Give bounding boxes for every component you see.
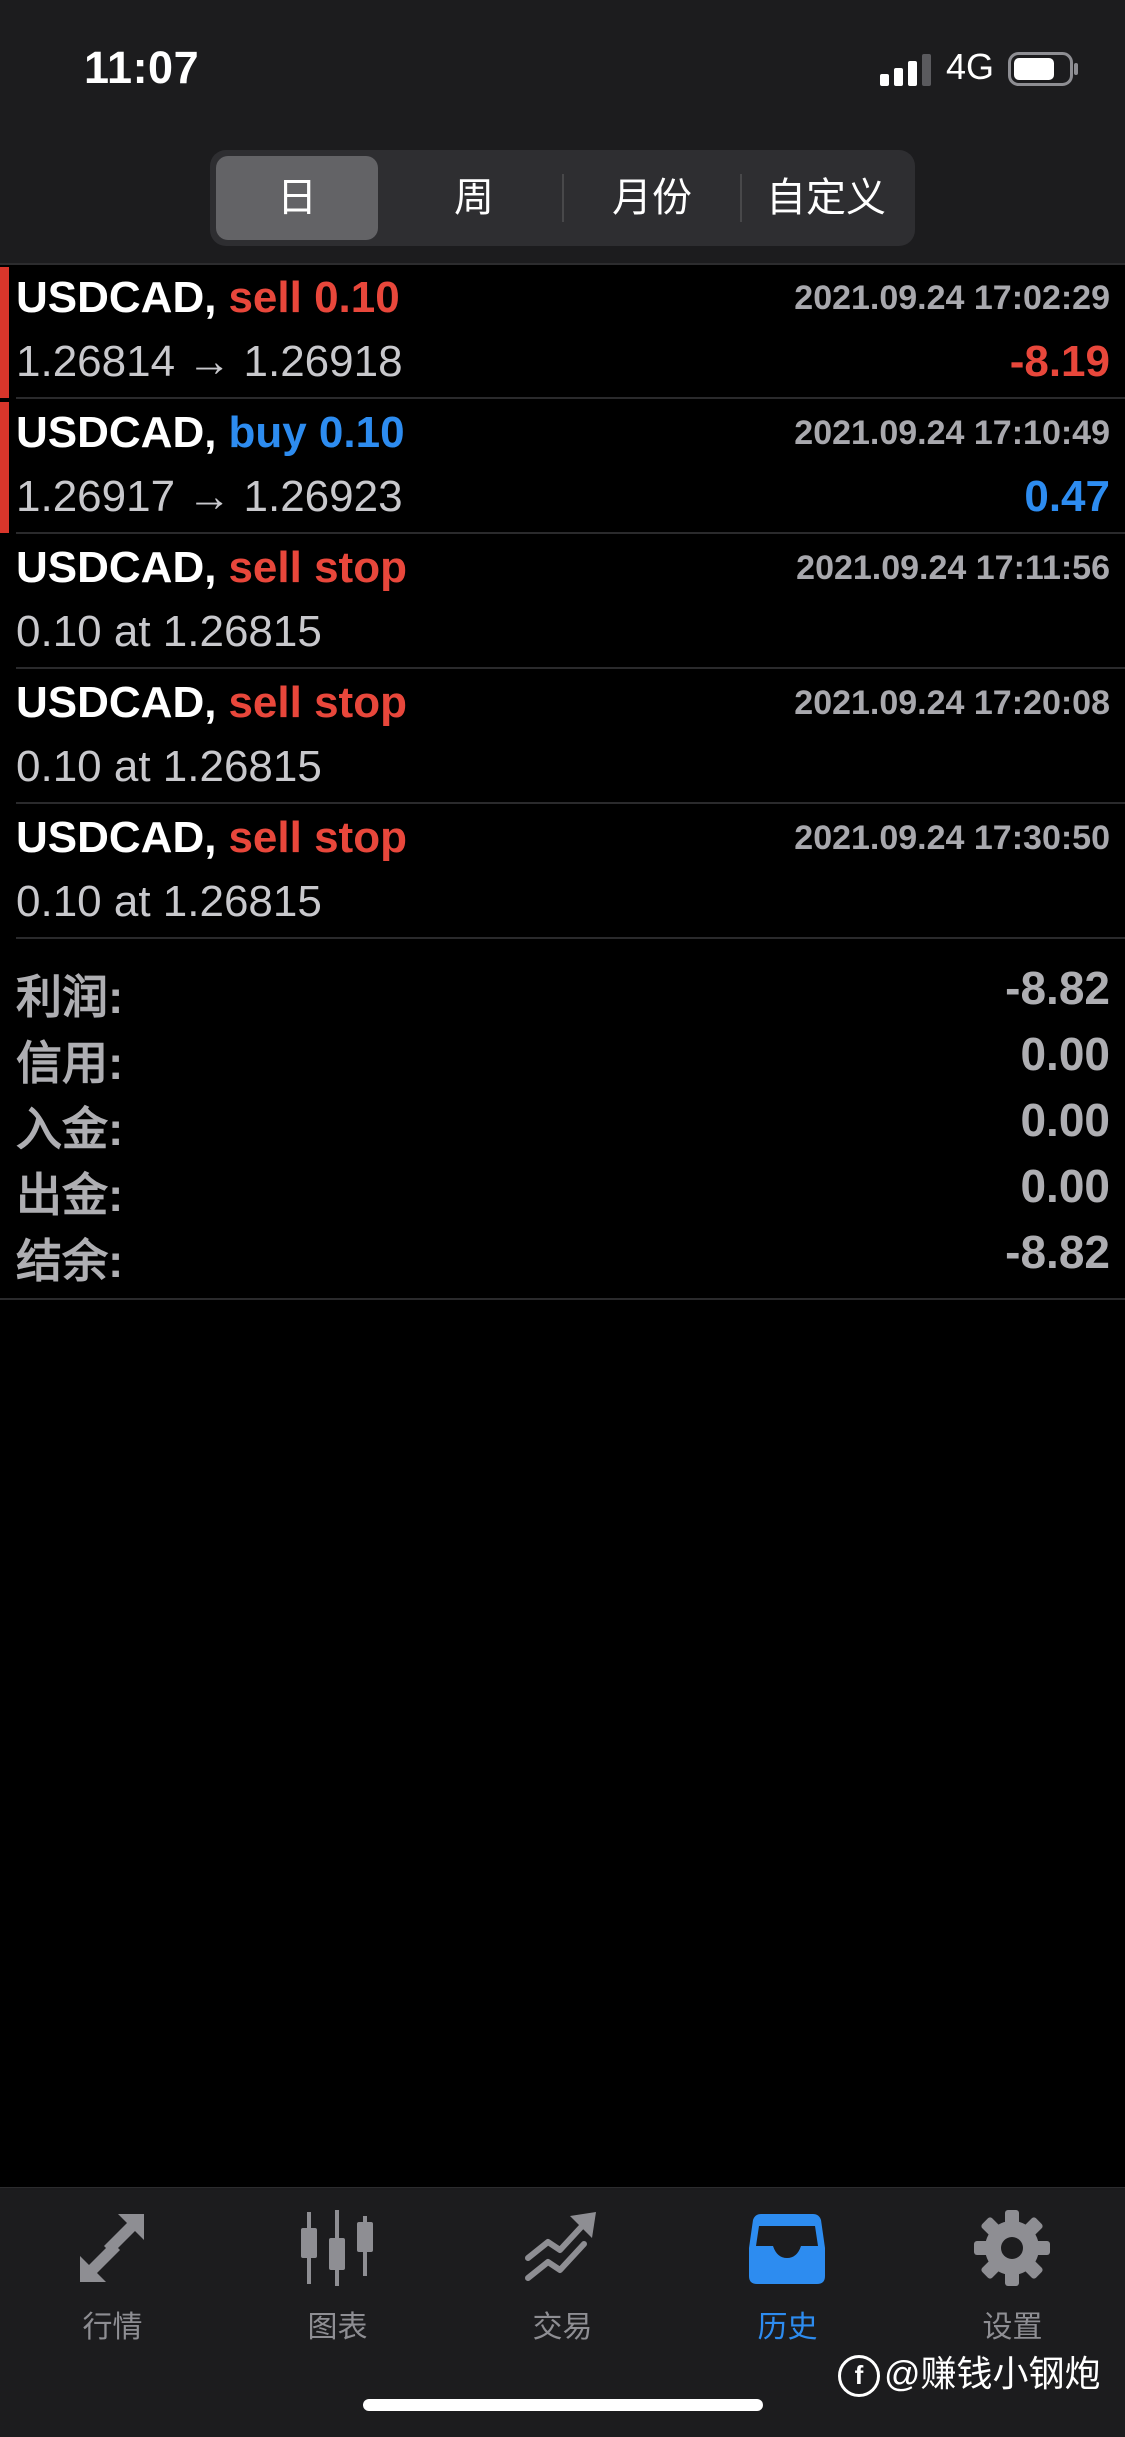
symbol-text: USDCAD, bbox=[16, 408, 217, 457]
summary-row-balance: 结余: -8.82 bbox=[0, 1219, 1125, 1287]
summary-divider bbox=[0, 1298, 1125, 1300]
period-tab-week[interactable]: 周 bbox=[386, 156, 562, 240]
battery-icon bbox=[1008, 52, 1078, 86]
history-row[interactable]: USDCAD, sell stop 2021.09.24 17:30:50 0.1… bbox=[0, 805, 1125, 939]
cellular-signal-icon bbox=[880, 54, 931, 86]
deal-marker bbox=[0, 267, 9, 398]
row-timestamp: 2021.09.24 17:11:56 bbox=[796, 549, 1110, 587]
tab-label: 交易 bbox=[532, 2311, 593, 2344]
row-timestamp: 2021.09.24 17:30:50 bbox=[794, 819, 1110, 857]
tab-label: 设置 bbox=[982, 2311, 1043, 2344]
symbol-text: USDCAD, bbox=[16, 543, 217, 592]
summary-value: -8.82 bbox=[1005, 962, 1110, 1014]
row-divider bbox=[16, 802, 1125, 804]
tab-settings[interactable]: 设置 bbox=[900, 2208, 1125, 2358]
history-row[interactable]: USDCAD, sell 0.10 2021.09.24 17:02:29 1.2… bbox=[0, 265, 1125, 399]
history-row[interactable]: USDCAD, buy 0.10 2021.09.24 17:10:49 1.26… bbox=[0, 400, 1125, 534]
deal-marker bbox=[0, 402, 9, 533]
row-detail: 0.10 at 1.26815 bbox=[16, 607, 322, 656]
summary-value: -8.82 bbox=[1005, 1226, 1110, 1278]
candlestick-chart-icon bbox=[301, 2210, 373, 2286]
order-action: sell stop bbox=[228, 543, 407, 592]
watermark-text: @赚钱小钢炮 bbox=[884, 2353, 1101, 2394]
period-tab-day[interactable]: 日 bbox=[216, 156, 378, 240]
row-divider bbox=[16, 532, 1125, 534]
row-profit: -8.19 bbox=[1009, 337, 1110, 386]
row-symbol: USDCAD, sell stop bbox=[16, 813, 407, 863]
row-symbol: USDCAD, sell stop bbox=[16, 678, 407, 728]
summary-label: 信用: bbox=[16, 1037, 124, 1089]
row-symbol: USDCAD, buy 0.10 bbox=[16, 408, 405, 458]
summary-label: 出金: bbox=[16, 1169, 124, 1221]
history-inbox-icon bbox=[749, 2214, 825, 2284]
tab-quotes[interactable]: 行情 bbox=[0, 2208, 225, 2358]
row-profit: 0.47 bbox=[1024, 472, 1110, 521]
row-divider bbox=[16, 937, 1125, 939]
status-bar: 11:07 4G bbox=[0, 0, 1125, 135]
account-summary: 利润: -8.82 信用: 0.00 入金: 0.00 出金: 0.00 结余:… bbox=[0, 945, 1125, 1298]
status-time: 11:07 bbox=[84, 42, 200, 93]
history-row[interactable]: USDCAD, sell stop 2021.09.24 17:20:08 0.1… bbox=[0, 670, 1125, 804]
row-divider bbox=[16, 397, 1125, 399]
row-detail: 0.10 at 1.26815 bbox=[16, 877, 322, 926]
order-action: buy 0.10 bbox=[228, 408, 405, 457]
period-tab-month[interactable]: 月份 bbox=[564, 156, 740, 240]
summary-row-credit: 信用: 0.00 bbox=[0, 1021, 1125, 1089]
row-symbol: USDCAD, sell stop bbox=[16, 543, 407, 593]
watermark-logo: f bbox=[838, 2355, 880, 2398]
summary-label: 入金: bbox=[16, 1103, 124, 1155]
tab-chart[interactable]: 图表 bbox=[225, 2208, 450, 2358]
network-type: 4G bbox=[946, 46, 995, 87]
row-detail: 1.26814 → 1.26918 bbox=[16, 337, 403, 386]
period-tab-custom[interactable]: 自定义 bbox=[742, 156, 910, 240]
row-detail: 1.26917 → 1.26923 bbox=[16, 472, 403, 521]
row-timestamp: 2021.09.24 17:20:08 bbox=[794, 684, 1110, 722]
summary-row-profit: 利润: -8.82 bbox=[0, 955, 1125, 1023]
symbol-text: USDCAD, bbox=[16, 813, 217, 862]
row-divider bbox=[16, 667, 1125, 669]
period-segmented-control: 日 周 月份 自定义 bbox=[210, 150, 915, 246]
symbol-text: USDCAD, bbox=[16, 678, 217, 727]
row-timestamp: 2021.09.24 17:10:49 bbox=[794, 414, 1110, 452]
order-action: sell stop bbox=[228, 678, 407, 727]
summary-label: 结余: bbox=[16, 1235, 124, 1287]
summary-label: 利润: bbox=[16, 971, 124, 1023]
row-symbol: USDCAD, sell 0.10 bbox=[16, 273, 400, 323]
home-indicator[interactable] bbox=[363, 2399, 763, 2411]
row-detail: 0.10 at 1.26815 bbox=[16, 742, 322, 791]
trade-trend-icon bbox=[525, 2212, 596, 2281]
summary-row-withdrawal: 出金: 0.00 bbox=[0, 1153, 1125, 1221]
tab-label: 图表 bbox=[307, 2311, 368, 2344]
history-row[interactable]: USDCAD, sell stop 2021.09.24 17:11:56 0.1… bbox=[0, 535, 1125, 669]
summary-row-deposit: 入金: 0.00 bbox=[0, 1087, 1125, 1155]
tab-label: 行情 bbox=[82, 2311, 143, 2344]
tab-trade[interactable]: 交易 bbox=[450, 2208, 675, 2358]
watermark: f @赚钱小钢炮 bbox=[838, 2345, 1101, 2398]
row-timestamp: 2021.09.24 17:02:29 bbox=[794, 279, 1110, 317]
summary-value: 0.00 bbox=[1020, 1094, 1110, 1146]
quotes-arrows-icon bbox=[80, 2214, 144, 2282]
summary-value: 0.00 bbox=[1020, 1160, 1110, 1212]
tab-history[interactable]: 历史 bbox=[675, 2208, 900, 2358]
order-action: sell 0.10 bbox=[228, 273, 400, 322]
order-action: sell stop bbox=[228, 813, 407, 862]
gear-icon bbox=[974, 2210, 1050, 2286]
tab-label: 历史 bbox=[757, 2311, 818, 2344]
symbol-text: USDCAD, bbox=[16, 273, 217, 322]
summary-value: 0.00 bbox=[1020, 1028, 1110, 1080]
